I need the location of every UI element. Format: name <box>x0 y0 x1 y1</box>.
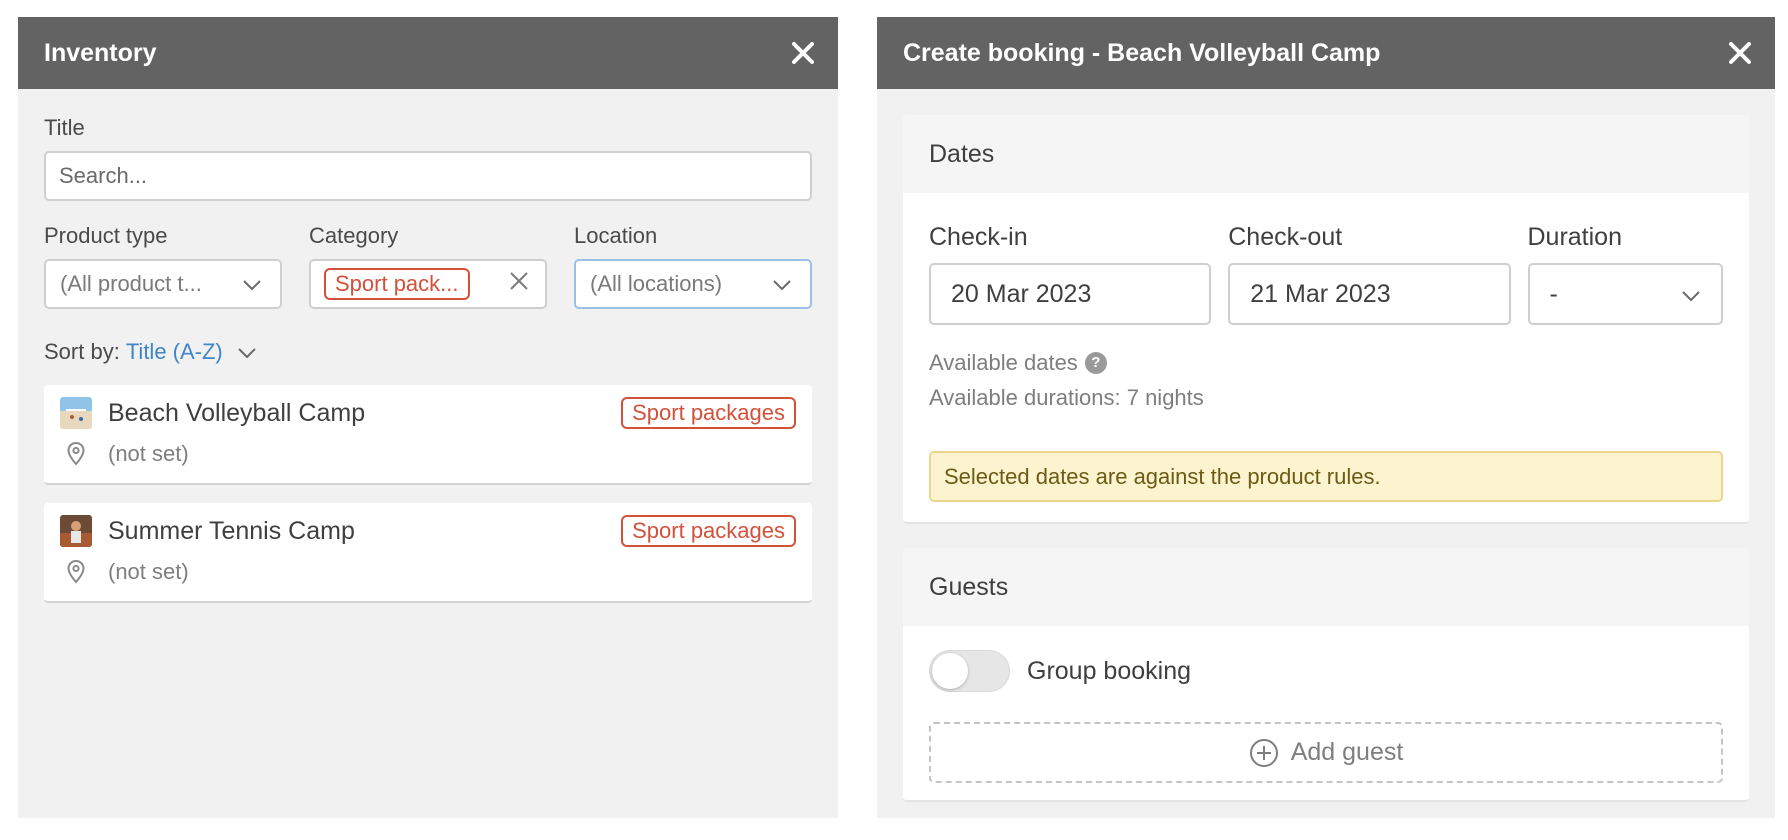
product-type-select[interactable]: (All product t... <box>44 259 282 309</box>
availability-info: Available dates ? Available durations: 7… <box>929 345 1723 415</box>
available-dates-label: Available dates <box>929 350 1078 375</box>
chevron-down-icon <box>242 271 262 297</box>
checkin-field: Check-in 20 Mar 2023 <box>929 223 1212 325</box>
location-filter: Location (All locations) <box>574 223 812 309</box>
product-location: (not set) <box>108 559 189 584</box>
guests-card: Guests Group booking Add guest <box>903 548 1749 802</box>
booking-header: Create booking - Beach Volleyball Camp <box>877 17 1775 89</box>
add-guest-button[interactable]: Add guest <box>929 722 1723 783</box>
product-card[interactable]: Summer Tennis Camp Sport packages (not s… <box>44 503 812 603</box>
inventory-title: Inventory <box>44 38 157 67</box>
product-tag: Sport packages <box>621 515 796 547</box>
product-name: Summer Tennis Camp <box>108 516 355 545</box>
checkout-label: Check-out <box>1228 223 1343 251</box>
chevron-down-icon <box>1681 280 1701 309</box>
product-type-value: (All product t... <box>60 271 202 296</box>
checkout-field: Check-out 21 Mar 2023 <box>1228 223 1511 325</box>
product-tag: Sport packages <box>621 397 796 429</box>
checkout-input[interactable]: 21 Mar 2023 <box>1228 263 1511 325</box>
product-location: (not set) <box>108 441 189 466</box>
chevron-down-icon[interactable] <box>237 339 257 365</box>
dates-heading: Dates <box>903 115 1749 193</box>
toggle-knob <box>932 653 968 689</box>
date-rules-warning: Selected dates are against the product r… <box>929 451 1723 502</box>
duration-value: - <box>1549 279 1558 308</box>
location-pin-icon <box>60 560 92 584</box>
category-filter: Category Sport pack... <box>309 223 547 309</box>
sort-label: Sort by: <box>44 339 120 364</box>
create-booking-panel: Create booking - Beach Volleyball Camp D… <box>877 17 1775 818</box>
add-guest-label: Add guest <box>1290 738 1404 766</box>
chevron-down-icon <box>772 271 792 297</box>
clear-icon[interactable] <box>509 271 529 297</box>
close-icon[interactable] <box>1725 38 1755 68</box>
plus-circle-icon <box>1249 738 1279 768</box>
location-label: Location <box>574 223 658 248</box>
category-select[interactable]: Sport pack... <box>309 259 547 309</box>
product-type-filter: Product type (All product t... <box>44 223 282 309</box>
checkin-label: Check-in <box>929 223 1028 251</box>
group-booking-toggle[interactable] <box>929 650 1010 692</box>
help-icon[interactable]: ? <box>1084 351 1107 374</box>
category-chip[interactable]: Sport pack... <box>324 268 470 300</box>
location-select[interactable]: (All locations) <box>574 259 812 309</box>
duration-label: Duration <box>1527 223 1623 251</box>
checkin-input[interactable]: 20 Mar 2023 <box>929 263 1212 325</box>
sort-row: Sort by: Title (A-Z) <box>44 339 812 365</box>
available-durations: Available durations: 7 nights <box>929 385 1204 410</box>
product-type-label: Product type <box>44 223 168 248</box>
close-icon[interactable] <box>788 38 818 68</box>
product-name: Beach Volleyball Camp <box>108 398 366 427</box>
inventory-header: Inventory <box>18 17 838 89</box>
inventory-panel: Inventory Title Product type (All produc… <box>18 17 838 818</box>
dates-card: Dates Check-in 20 Mar 2023 Check-out 21 … <box>903 115 1749 524</box>
guests-heading: Guests <box>903 548 1749 626</box>
category-label: Category <box>309 223 399 248</box>
location-value: (All locations) <box>590 271 723 296</box>
group-booking-label: Group booking <box>1027 656 1192 685</box>
product-list: Beach Volleyball Camp Sport packages (no… <box>44 385 812 603</box>
tennis-thumbnail-icon <box>60 515 92 547</box>
title-search-input[interactable] <box>44 151 812 201</box>
sort-value[interactable]: Title (A-Z) <box>126 339 223 365</box>
location-pin-icon <box>60 442 92 466</box>
duration-select[interactable]: - <box>1527 263 1723 325</box>
filter-row: Product type (All product t... Category … <box>44 223 812 309</box>
duration-field: Duration - <box>1527 223 1723 325</box>
title-field-label: Title <box>44 115 85 140</box>
beach-thumbnail-icon <box>60 397 92 429</box>
product-card[interactable]: Beach Volleyball Camp Sport packages (no… <box>44 385 812 485</box>
booking-title: Create booking - Beach Volleyball Camp <box>903 38 1381 67</box>
